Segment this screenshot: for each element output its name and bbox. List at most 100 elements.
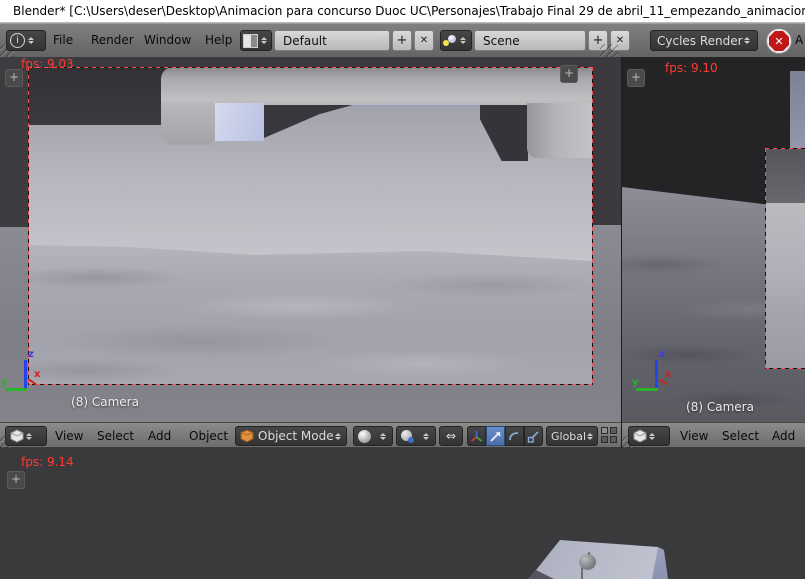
camera-name-label: (8) Camera xyxy=(20,395,190,409)
fps-readout: fps: 9.03 xyxy=(21,57,74,71)
view3d-editor-icon xyxy=(9,429,25,444)
chevron-updown-icon xyxy=(743,34,752,47)
axis-x-label: x xyxy=(34,369,40,380)
menu-select[interactable]: Select xyxy=(722,429,759,443)
manipulate-center-points-toggle[interactable]: ⇔ xyxy=(439,426,463,446)
editor-type-selector-3dview[interactable] xyxy=(628,426,670,446)
chevron-updown-icon xyxy=(586,430,595,443)
frame-sky-dark xyxy=(765,148,805,203)
chevron-updown-icon xyxy=(459,34,468,47)
scale-manipulator-button[interactable] xyxy=(524,426,543,446)
viewport-camera-side[interactable]: fps: 9.10 + z y x (8) Camera xyxy=(622,57,805,422)
camera-border-top xyxy=(765,148,805,149)
info-header: i File Render Window Help Default + ✕ xyxy=(0,23,805,59)
viewport-top-view[interactable]: fps: 9.14 + xyxy=(0,448,805,579)
scene-name-field[interactable]: Scene xyxy=(474,30,586,51)
viewport-camera-main[interactable]: fps: 9.03 + + z y x (8) Camera xyxy=(0,57,621,422)
editor-type-selector-info[interactable]: i xyxy=(6,30,46,51)
layout-icon xyxy=(243,34,258,48)
info-editor-icon: i xyxy=(10,33,25,48)
menu-view[interactable]: View xyxy=(680,429,708,443)
cancel-render-button[interactable]: ✕ xyxy=(766,28,792,54)
camera-border-right xyxy=(592,67,593,385)
scene-icon-button[interactable] xyxy=(440,30,472,51)
menu-help[interactable]: Help xyxy=(205,33,232,47)
mode-dropdown[interactable]: Object Mode xyxy=(235,426,347,446)
view3d-header-left: View Select Add Object Object Mode ⇔ xyxy=(0,422,621,448)
delete-layout-button[interactable]: ✕ xyxy=(414,30,434,51)
manipulator-group xyxy=(467,426,543,446)
camera-view xyxy=(28,67,593,385)
menu-object[interactable]: Object xyxy=(189,429,228,443)
menu-view[interactable]: View xyxy=(55,429,83,443)
window-title: Blender* [C:\Users\deser\Desktop\Animaci… xyxy=(13,4,805,18)
transform-orientation-dropdown[interactable]: Global xyxy=(546,426,598,446)
menu-file[interactable]: File xyxy=(53,33,73,47)
table-left-leg xyxy=(215,103,264,141)
menu-render[interactable]: Render xyxy=(91,33,134,47)
camera-border-left xyxy=(765,148,766,369)
axis-z-line xyxy=(655,360,658,388)
chevron-updown-icon xyxy=(334,430,343,443)
table-top-slab xyxy=(161,67,593,105)
pivot-point-dropdown[interactable] xyxy=(396,426,436,446)
fps-readout: fps: 9.14 xyxy=(21,455,74,469)
camera-border-left xyxy=(28,67,29,385)
frame-water xyxy=(765,203,805,369)
object-mode-cube-icon xyxy=(240,429,254,443)
red-cancel-icon: ✕ xyxy=(769,31,789,51)
table-top-face xyxy=(528,536,668,579)
view3d-editor-icon xyxy=(632,429,648,444)
axis-z-label: z xyxy=(659,349,665,360)
camera-border-bottom xyxy=(765,368,805,369)
corner-grip[interactable] xyxy=(600,44,618,57)
screen-layout-icon-button[interactable] xyxy=(240,30,272,51)
toolshelf-expand-button[interactable]: + xyxy=(7,471,25,489)
translate-manipulator-button[interactable] xyxy=(486,426,505,446)
menu-window[interactable]: Window xyxy=(144,33,191,47)
fps-readout: fps: 9.10 xyxy=(665,61,718,75)
menu-add[interactable]: Add xyxy=(148,429,171,443)
chevron-updown-icon xyxy=(422,430,431,443)
scale-icon xyxy=(527,430,540,443)
manipulator-toggle-button[interactable] xyxy=(467,426,486,446)
translate-arrow-icon xyxy=(489,430,502,443)
axis-y-label: y xyxy=(632,377,639,388)
chevron-updown-icon xyxy=(25,430,34,443)
rotate-arc-icon xyxy=(508,430,521,443)
camera-border-bottom xyxy=(28,384,593,385)
menu-add[interactable]: Add xyxy=(772,429,795,443)
menu-select[interactable]: Select xyxy=(97,429,134,443)
scene-icon xyxy=(443,34,457,47)
properties-expand-button[interactable]: + xyxy=(560,65,578,83)
chevron-updown-icon xyxy=(648,430,657,443)
camera-frame xyxy=(28,67,593,385)
solid-shading-icon xyxy=(358,430,371,443)
chevron-updown-icon xyxy=(27,34,36,47)
world-background xyxy=(28,67,168,125)
axis-y-line xyxy=(5,388,27,391)
area-divider[interactable] xyxy=(621,57,622,448)
double-arrow-icon: ⇔ xyxy=(446,429,456,443)
axis-z-label: z xyxy=(28,349,34,360)
toolshelf-expand-button[interactable]: + xyxy=(627,69,645,87)
screen-layout-name-field[interactable]: Default xyxy=(274,30,390,51)
render-engine-dropdown[interactable]: Cycles Render xyxy=(650,30,758,51)
viewport-shading-dropdown[interactable] xyxy=(353,426,393,446)
rotate-manipulator-button[interactable] xyxy=(505,426,524,446)
water-ripples xyxy=(28,242,593,385)
camera-name-label: (8) Camera xyxy=(650,400,790,414)
window-titlebar[interactable]: Blender* [C:\Users\deser\Desktop\Animaci… xyxy=(0,0,805,23)
pivot-icon xyxy=(401,430,414,443)
pin-needle xyxy=(581,568,583,579)
layers-widget[interactable] xyxy=(601,427,617,443)
view3d-header-right: View Select Add xyxy=(622,422,805,448)
editor-type-selector-3dview[interactable] xyxy=(5,426,47,446)
axis-tripod-icon xyxy=(470,430,483,443)
toolshelf-expand-button[interactable]: + xyxy=(5,69,23,87)
add-layout-button[interactable]: + xyxy=(392,30,412,51)
table-right-leg xyxy=(527,103,593,158)
chevron-updown-icon xyxy=(260,34,269,47)
axis-y-label: y xyxy=(1,377,8,388)
axis-y-line xyxy=(636,388,658,391)
